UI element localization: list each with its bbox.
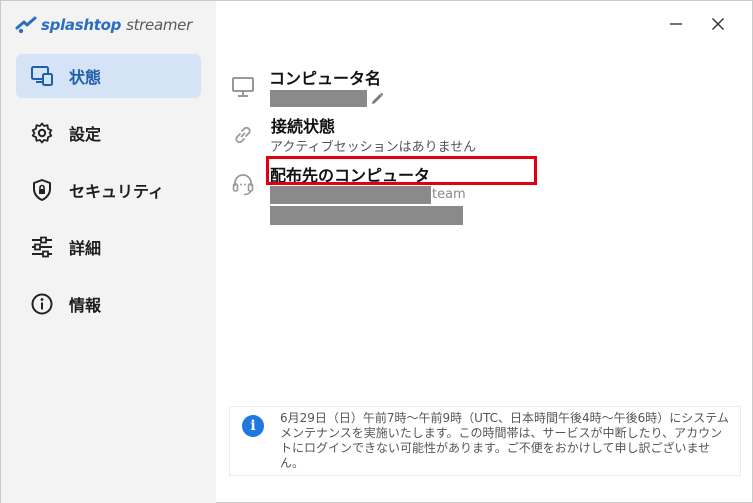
sidebar-nav: 状態 設定 セキュリティ 詳細 情報 — [16, 54, 201, 339]
gear-icon — [29, 120, 55, 146]
info-icon: i — [242, 415, 264, 437]
edit-pencil-icon[interactable] — [369, 91, 385, 107]
link-icon — [235, 126, 251, 144]
sidebar-item-status[interactable]: 状態 — [16, 54, 201, 98]
sidebar-item-label: 状態 — [69, 68, 102, 87]
sidebar-item-about[interactable]: 情報 — [16, 282, 201, 326]
brand-logo: splashtop streamer — [15, 13, 192, 37]
deploy-team-name-redacted — [270, 186, 431, 204]
sidebar: splashtop streamer 状態 設定 セキュリティ 詳細 情報 — [1, 1, 216, 503]
monitor-icon — [232, 77, 254, 97]
brand-subtitle: streamer — [126, 16, 192, 34]
sidebar-item-advanced[interactable]: 詳細 — [16, 225, 201, 269]
maintenance-notice: i 6月29日（日）午前7時〜午前9時（UTC、日本時間午後4時〜午後6時）にシ… — [229, 406, 741, 476]
sidebar-item-label: 詳細 — [69, 239, 102, 258]
brand-name: splashtop — [41, 16, 122, 34]
computer-name-value-redacted — [270, 90, 367, 107]
headset-icon — [232, 174, 254, 196]
shield-lock-icon — [29, 177, 55, 203]
deploy-owner-redacted — [270, 206, 463, 225]
sliders-icon — [29, 234, 55, 260]
sidebar-item-settings[interactable]: 設定 — [16, 111, 201, 155]
deploy-team-suffix: team — [432, 187, 466, 202]
sidebar-item-label: 設定 — [69, 125, 102, 144]
connection-status-title: 接続状態 — [271, 117, 336, 136]
sidebar-item-label: セキュリティ — [69, 182, 165, 201]
streamer-window: splashtop streamer 状態 設定 セキュリティ 詳細 情報 コン… — [0, 0, 753, 503]
highlight-box — [266, 156, 537, 185]
sidebar-item-security[interactable]: セキュリティ — [16, 168, 201, 212]
info-icon — [29, 291, 55, 317]
computer-name-title: コンピュータ名 — [269, 69, 382, 88]
status-monitor-icon — [29, 63, 55, 89]
notice-text: 6月29日（日）午前7時〜午前9時（UTC、日本時間午後4時〜午後6時）にシステ… — [280, 411, 729, 470]
splashtop-logo-icon — [15, 16, 37, 34]
sidebar-item-label: 情報 — [69, 296, 102, 315]
connection-status-value: アクティブセッションはありません — [270, 140, 477, 155]
